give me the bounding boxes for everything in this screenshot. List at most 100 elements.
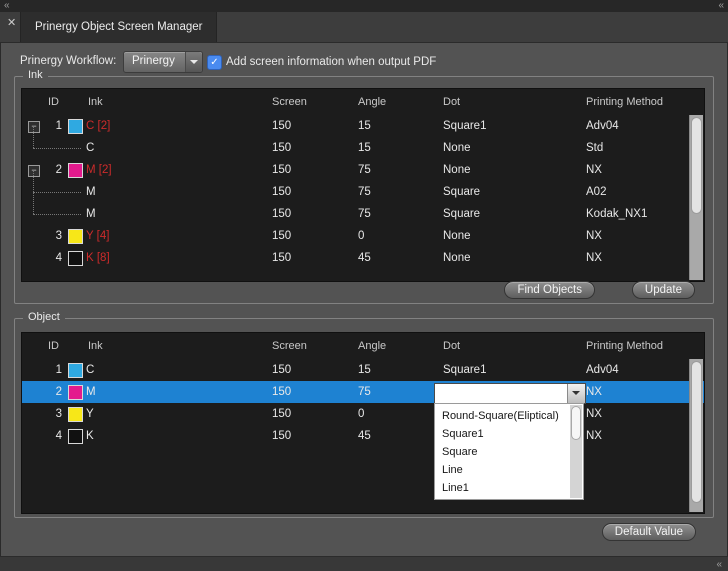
- cell-ink: C: [86, 137, 94, 159]
- ink-row-c[interactable]: − 1 C [2] 150 15 Square1 Adv04: [22, 115, 704, 137]
- ink-color-swatch: [68, 251, 83, 266]
- cell-screen: 150: [272, 225, 291, 247]
- dot-combobox[interactable]: [434, 383, 586, 404]
- cell-screen: 150: [272, 359, 291, 381]
- ink-group: Ink ID Ink Screen Angle Dot Printing Met…: [14, 76, 714, 304]
- dropdown-option[interactable]: Square1: [435, 425, 583, 443]
- dropdown-option[interactable]: Round-Square(Eliptical): [435, 407, 583, 425]
- cell-ink: K [8]: [86, 247, 110, 269]
- update-button[interactable]: Update: [632, 281, 695, 299]
- workflow-dropdown[interactable]: Prinergy: [123, 51, 203, 73]
- cell-method: Adv04: [586, 359, 619, 381]
- cell-id: 4: [46, 425, 62, 447]
- chevron-down-icon: [572, 391, 580, 395]
- col-header-method: Printing Method: [586, 89, 663, 115]
- cell-angle: 75: [358, 203, 371, 225]
- object-table-header: ID Ink Screen Angle Dot Printing Method: [22, 333, 704, 359]
- cell-dot: None: [443, 225, 471, 247]
- ink-row-y[interactable]: 3 Y [4] 150 0 None NX: [22, 225, 704, 247]
- dropdown-option[interactable]: Line1: [435, 479, 583, 497]
- col-header-dot: Dot: [443, 333, 460, 359]
- ink-child-row[interactable]: M 150 75 Square Kodak_NX1: [22, 203, 704, 225]
- object-row-c[interactable]: 1 C 150 15 Square1 Adv04: [22, 359, 704, 381]
- ink-color-swatch: [68, 407, 83, 422]
- cell-screen: 150: [272, 425, 291, 447]
- pdf-info-checkbox-label: Add screen information when output PDF: [226, 56, 436, 68]
- ink-color-swatch: [68, 429, 83, 444]
- cell-screen: 150: [272, 203, 291, 225]
- ink-child-row[interactable]: C 150 15 None Std: [22, 137, 704, 159]
- collapse-right-icon[interactable]: «: [718, 0, 724, 12]
- cell-screen: 150: [272, 137, 291, 159]
- ink-table-scrollbar[interactable]: [689, 115, 703, 280]
- scrollbar-thumb[interactable]: [691, 361, 702, 503]
- combobox-dropdown-button[interactable]: [567, 384, 585, 403]
- cell-id: 2: [46, 159, 62, 181]
- ink-color-swatch: [68, 119, 83, 134]
- cell-screen: 150: [272, 403, 291, 425]
- cell-method: NX: [586, 381, 602, 403]
- cell-angle: 0: [358, 225, 364, 247]
- panel-bottom-strip: «: [0, 556, 728, 571]
- scrollbar-thumb[interactable]: [691, 117, 702, 214]
- cell-ink: M: [86, 203, 96, 225]
- cell-method: NX: [586, 159, 602, 181]
- object-group-title: Object: [23, 311, 65, 323]
- dropdown-option[interactable]: Square: [435, 443, 583, 461]
- collapse-bottom-right-icon[interactable]: «: [716, 559, 722, 571]
- object-row-m-selected[interactable]: 2 M 150 75 NX: [22, 381, 704, 403]
- object-table-scrollbar[interactable]: [689, 359, 703, 512]
- cell-angle: 15: [358, 359, 371, 381]
- pdf-info-checkbox[interactable]: ✓: [207, 55, 222, 70]
- checkmark-icon: ✓: [208, 56, 221, 69]
- cell-angle: 0: [358, 403, 364, 425]
- cell-angle: 75: [358, 159, 371, 181]
- find-objects-button[interactable]: Find Objects: [504, 281, 595, 299]
- ink-group-title: Ink: [23, 69, 48, 81]
- cell-angle: 75: [358, 181, 371, 203]
- ink-row-k[interactable]: 4 K [8] 150 45 None NX: [22, 247, 704, 269]
- close-icon[interactable]: ✕: [7, 16, 16, 29]
- dropdown-scrollbar[interactable]: [570, 405, 582, 498]
- cell-dot: None: [443, 247, 471, 269]
- cell-ink: M: [86, 181, 96, 203]
- cell-angle: 45: [358, 425, 371, 447]
- object-row-k[interactable]: 4 K 150 45 NX: [22, 425, 704, 447]
- cell-screen: 150: [272, 247, 291, 269]
- col-header-angle: Angle: [358, 89, 386, 115]
- workflow-label: Prinergy Workflow:: [20, 55, 116, 67]
- panel-tab[interactable]: Prinergy Object Screen Manager: [20, 12, 217, 42]
- ink-child-row[interactable]: M 150 75 Square A02: [22, 181, 704, 203]
- scrollbar-thumb[interactable]: [571, 406, 581, 440]
- cell-method: NX: [586, 247, 602, 269]
- cell-dot: Square1: [443, 115, 486, 137]
- col-header-screen: Screen: [272, 333, 307, 359]
- collapse-left-icon[interactable]: «: [4, 0, 10, 12]
- cell-method: Kodak_NX1: [586, 203, 647, 225]
- cell-angle: 45: [358, 247, 371, 269]
- cell-id: 1: [46, 115, 62, 137]
- cell-dot: None: [443, 137, 471, 159]
- object-row-y[interactable]: 3 Y 150 0 NX: [22, 403, 704, 425]
- dropdown-option[interactable]: Line: [435, 461, 583, 479]
- cell-dot: Square1: [443, 359, 486, 381]
- ink-color-swatch: [68, 363, 83, 378]
- col-header-angle: Angle: [358, 333, 386, 359]
- default-value-button[interactable]: Default Value: [602, 523, 696, 541]
- cell-ink: Y [4]: [86, 225, 109, 247]
- ink-row-m[interactable]: − 2 M [2] 150 75 None NX: [22, 159, 704, 181]
- col-header-id: ID: [48, 89, 59, 115]
- cell-angle: 75: [358, 381, 371, 403]
- cell-angle: 15: [358, 137, 371, 159]
- ink-table: ID Ink Screen Angle Dot Printing Method …: [21, 88, 705, 282]
- cell-id: 4: [46, 247, 62, 269]
- tree-collapse-icon[interactable]: −: [28, 165, 40, 177]
- cell-method: NX: [586, 425, 602, 447]
- ink-color-swatch: [68, 229, 83, 244]
- cell-angle: 15: [358, 115, 371, 137]
- cell-dot: Square: [443, 203, 480, 225]
- cell-screen: 150: [272, 115, 291, 137]
- tree-collapse-icon[interactable]: −: [28, 121, 40, 133]
- cell-id: 1: [46, 359, 62, 381]
- cell-method: Adv04: [586, 115, 619, 137]
